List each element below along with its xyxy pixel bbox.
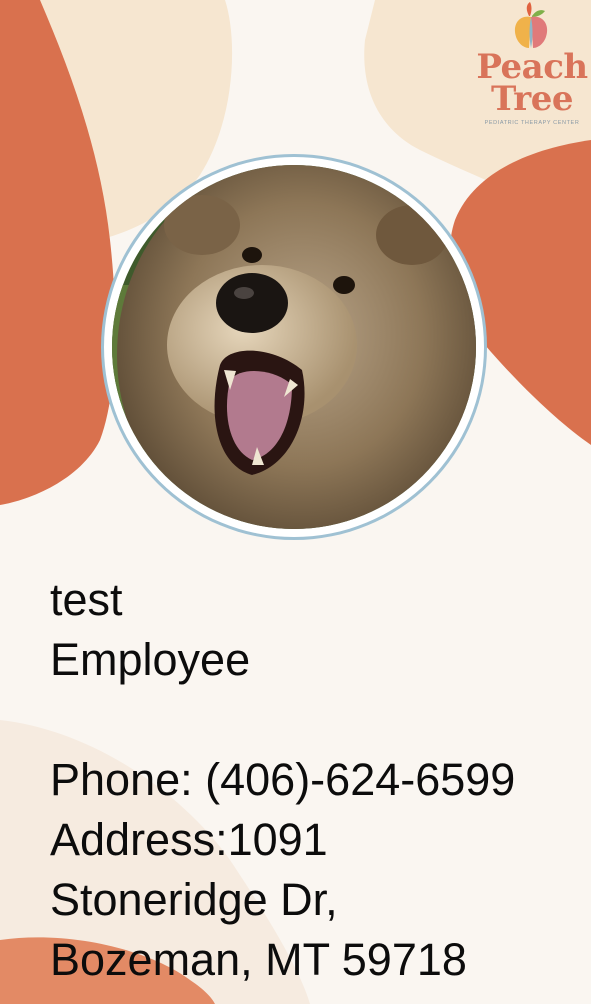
employee-badge: Peach Tree PEDIATRIC THERAPY CENTER test… [0, 0, 591, 1004]
employee-address-line3: Bozeman, MT 59718 [50, 934, 467, 985]
employee-name: test [50, 574, 123, 625]
employee-info: test Employee Phone: (406)-624-6599 Addr… [50, 570, 590, 990]
profile-photo-frame [104, 157, 484, 537]
employee-address-line1: Address:1091 [50, 814, 328, 865]
employee-address-line2: Stoneridge Dr, [50, 874, 338, 925]
logo-name-line2: Tree [490, 79, 574, 119]
profile-photo [112, 165, 476, 529]
bear-photo-illustration [112, 165, 476, 529]
peach-tree-logo: Peach Tree PEDIATRIC THERAPY CENTER [474, 2, 590, 130]
peach-fruit-icon [514, 2, 548, 48]
employee-title: Employee [50, 634, 251, 685]
employee-phone: Phone: (406)-624-6599 [50, 754, 516, 805]
logo-tagline: PEDIATRIC THERAPY CENTER [484, 120, 580, 126]
